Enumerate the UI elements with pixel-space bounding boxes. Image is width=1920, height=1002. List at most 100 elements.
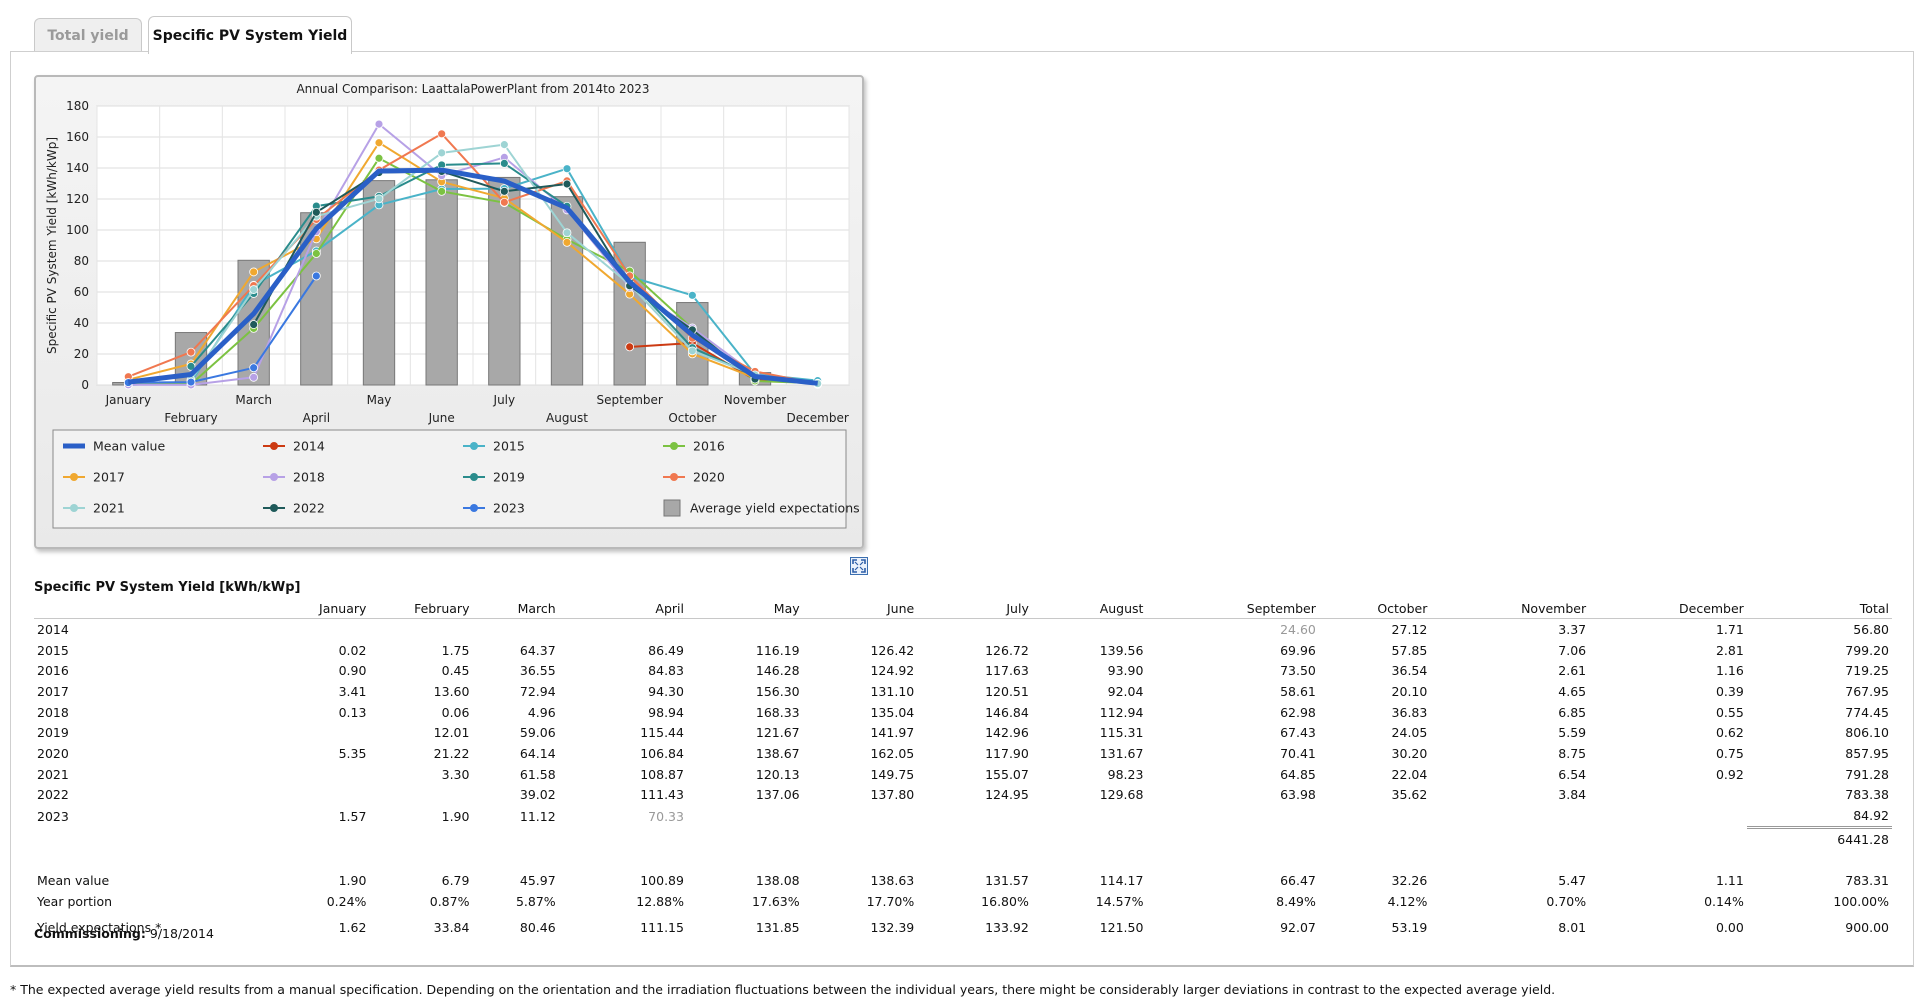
header-cell-october: October <box>1318 598 1431 619</box>
table-cell <box>1319 805 1430 827</box>
table-cell: 56.80 <box>1853 621 1889 637</box>
table-cell: 21.22 <box>433 745 470 761</box>
legend-swatch-marker <box>470 473 478 481</box>
x-tick-label: June <box>428 411 455 425</box>
table-cell: 131.85 <box>755 920 800 936</box>
table-cell: 3.30 <box>441 766 470 782</box>
table-cell: 108.87 <box>640 766 684 782</box>
table-cell: 0.39 <box>1715 683 1744 699</box>
table-cell: 27.12 <box>1391 621 1428 637</box>
legend-label: 2016 <box>693 439 725 454</box>
table-row: 2019 12.01 59.06 115.44 121.67 141.97 142.96 11… <box>34 722 1892 743</box>
row-label: 2023 <box>37 808 69 824</box>
table-cell: 36.83 <box>1391 704 1428 720</box>
table-row: 2015 0.02 1.75 64.37 86.49 116.19 126.42 126.72… <box>34 640 1892 661</box>
table-cell: 61.58 <box>519 766 556 782</box>
table-cell: 100.00% <box>1833 893 1889 909</box>
table-cell: 36.55 <box>519 663 556 679</box>
header-cell-empty <box>34 598 230 619</box>
y-tick-label: 100 <box>66 223 89 237</box>
x-tick-label: October <box>668 411 716 425</box>
y-tick-label: 80 <box>74 254 89 268</box>
table-cell: 131.10 <box>870 683 915 699</box>
table-cell: 133.92 <box>985 920 1029 936</box>
table-cell: 0.02 <box>338 642 367 658</box>
table-cell: 30.20 <box>1391 745 1428 761</box>
bar-yield-expectation <box>362 180 396 386</box>
table-cell: 63.98 <box>1280 787 1316 803</box>
commissioning-label: Commissioning: <box>34 926 146 941</box>
table-cell: 139.56 <box>1099 642 1144 658</box>
table-cell: 84.83 <box>648 663 684 679</box>
table-cell: 98.23 <box>1107 766 1144 782</box>
header-cell-april: April <box>558 598 687 619</box>
header-cell-february: February <box>369 598 473 619</box>
table-row: 2023 1.57 1.90 11.12 70.33 84.92 <box>34 805 1892 827</box>
y-tick-label: 20 <box>74 347 89 361</box>
year-portion-row: Year portion 0.24% 0.87% 5.87% 12.88% 17.63% 1… <box>34 891 1892 912</box>
table-cell: 1.71 <box>1715 621 1744 637</box>
table-cell: 120.13 <box>755 766 800 782</box>
table-cell: 124.92 <box>870 663 915 679</box>
table-cell: 59.06 <box>519 725 556 741</box>
table-cell: 774.45 <box>1845 704 1889 720</box>
table-cell <box>687 805 803 827</box>
legend-swatch-marker <box>670 473 678 481</box>
table-cell <box>369 619 472 640</box>
tab-total-yield[interactable]: Total yield <box>34 18 142 53</box>
table-cell <box>1146 805 1318 827</box>
data-point <box>562 164 572 174</box>
table-header-row: January February March April May June July Augu… <box>34 598 1892 619</box>
table-cell: 73.50 <box>1280 663 1316 679</box>
table-cell: 98.94 <box>648 704 684 720</box>
table-cell: 111.15 <box>640 920 684 936</box>
table-cell: 0.92 <box>1715 766 1744 782</box>
table-row: 2014 24.60 27.12 3.37 1.71 56.80 <box>34 619 1892 640</box>
row-label: 2017 <box>37 683 69 699</box>
expand-icon[interactable] <box>850 557 868 575</box>
x-tick-label: May <box>367 393 392 407</box>
table-cell: 155.07 <box>985 766 1029 782</box>
table-cell <box>1430 827 1589 849</box>
mean-value-row: Mean value 1.90 6.79 45.97 100.89 138.08 138.6… <box>34 870 1892 891</box>
chart-title: Annual Comparison: LaattalaPowerPlant fr… <box>296 82 649 96</box>
table-cell <box>559 619 687 640</box>
table-cell: 146.84 <box>985 704 1029 720</box>
table-cell: 57.85 <box>1391 642 1428 658</box>
table-cell: 121.50 <box>1099 920 1144 936</box>
data-point <box>437 148 447 158</box>
data-point <box>374 194 384 204</box>
row-label: 2018 <box>37 704 69 720</box>
table-cell: 168.33 <box>755 704 800 720</box>
table-cell: 900.00 <box>1845 920 1889 936</box>
data-point <box>562 228 572 238</box>
row-label: 2022 <box>37 787 69 803</box>
data-point <box>374 138 384 148</box>
table-cell: 22.04 <box>1391 766 1428 782</box>
x-tick-label: August <box>546 411 588 425</box>
table-cell: 69.96 <box>1280 642 1316 658</box>
table-cell: 3.37 <box>1558 621 1587 637</box>
table-cell: 36.54 <box>1391 663 1428 679</box>
commissioning-info: Commissioning: 9/18/2014 <box>34 926 214 941</box>
table-cell: 58.61 <box>1280 683 1316 699</box>
table-cell: 72.94 <box>519 683 556 699</box>
table-cell: 117.63 <box>985 663 1029 679</box>
table-cell: 64.37 <box>519 642 556 658</box>
x-tick-label: March <box>235 393 272 407</box>
header-cell-september: September <box>1146 598 1319 619</box>
table-cell: 116.19 <box>755 642 800 658</box>
table-row: 2017 3.41 13.60 72.94 94.30 156.30 131.10 120.5… <box>34 681 1892 702</box>
table-cell: 92.07 <box>1280 920 1316 936</box>
legend-label: 2020 <box>693 470 725 485</box>
table-cell: 791.28 <box>1845 766 1889 782</box>
legend-swatch-marker <box>670 442 678 450</box>
y-tick-label: 160 <box>66 130 89 144</box>
y-tick-label: 140 <box>66 161 89 175</box>
commissioning-date: 9/18/2014 <box>149 926 214 941</box>
table-cell <box>1589 805 1747 827</box>
tab-specific-pv-system-yield[interactable]: Specific PV System Yield <box>148 16 352 54</box>
table-cell: 162.05 <box>870 745 915 761</box>
data-point <box>186 377 196 387</box>
table-cell: 0.87% <box>429 893 470 909</box>
